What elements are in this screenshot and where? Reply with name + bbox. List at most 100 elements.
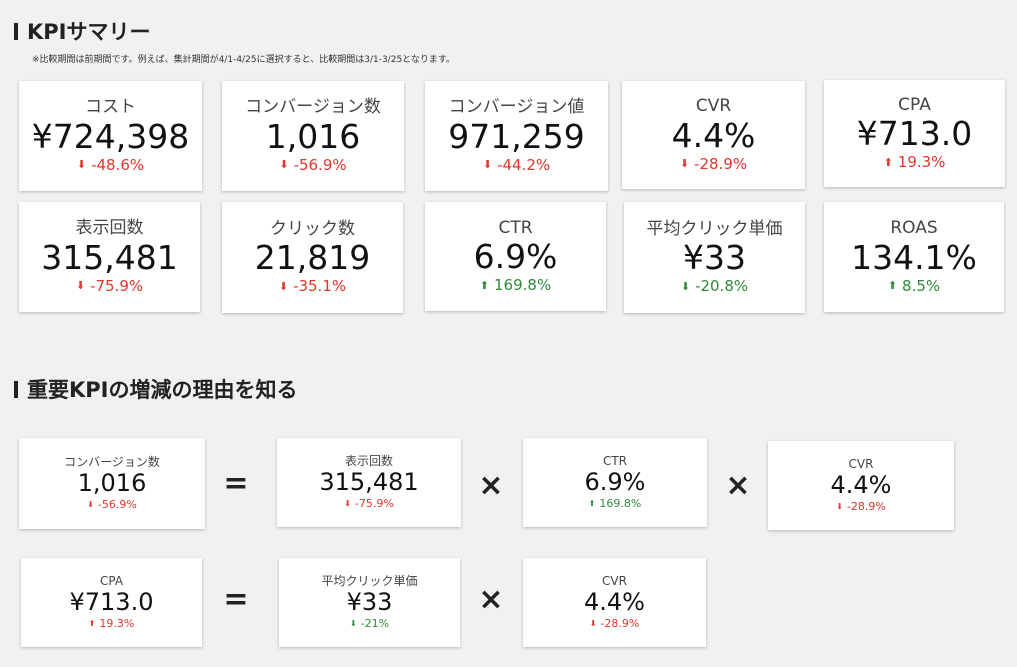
arrow-down-icon: ⬇: [349, 619, 357, 628]
kpi-card-cost: コスト ¥724,398 ⬇ -48.6%: [19, 81, 202, 191]
formula-change-value: -56.9%: [97, 498, 137, 512]
arrow-up-icon: ⬆: [88, 619, 96, 628]
kpi-summary-title: KPIサマリー: [27, 20, 151, 44]
kpi-change-value: -44.2%: [497, 155, 551, 174]
kpi-reason-title: 重要KPIの増減の理由を知る: [27, 378, 298, 402]
kpi-value: 971,259: [448, 116, 585, 156]
heading-bar: [14, 22, 18, 40]
formula-change: ⬇ -28.9%: [836, 500, 886, 513]
formula-change: ⬇ -28.9%: [590, 617, 640, 630]
kpi-value: ¥724,398: [31, 116, 190, 156]
kpi-change: ⬇ -20.8%: [681, 277, 748, 295]
kpi-value: 315,481: [41, 237, 178, 277]
kpi-change-value: -35.1%: [293, 277, 347, 296]
kpi-label: コンバージョン数: [245, 97, 381, 118]
formula-value: 4.4%: [584, 588, 645, 617]
kpi-change-value: 8.5%: [902, 276, 941, 295]
formula-label: コンバージョン数: [64, 454, 160, 469]
kpi-change: ⬇ -28.9%: [680, 155, 747, 173]
kpi-card-clicks: クリック数 21,819 ⬇ -35.1%: [222, 202, 403, 313]
formula-change: ⬇ -21%: [350, 617, 389, 630]
formula-value: ¥33: [346, 588, 393, 617]
formula1-ctr-card: CTR 6.9% ⬆ 169.8%: [523, 438, 707, 527]
formula-change-value: -28.9%: [846, 500, 886, 514]
kpi-card-conversion-value: コンバージョン値 971,259 ⬇ -44.2%: [425, 81, 608, 191]
formula-value: 1,016: [77, 469, 147, 498]
kpi-change-value: -48.6%: [91, 155, 145, 174]
kpi-label: 表示回数: [75, 218, 144, 239]
arrow-down-icon: ⬇: [279, 158, 289, 172]
kpi-change-value: -20.8%: [695, 277, 749, 296]
kpi-label: コスト: [85, 97, 136, 118]
kpi-value: 6.9%: [473, 237, 558, 277]
kpi-label: 平均クリック単価: [646, 218, 783, 239]
arrow-up-icon: ⬆: [887, 279, 898, 293]
formula2-cpa-card: CPA ¥713.0 ⬆ 19.3%: [21, 558, 202, 647]
kpi-change: ⬆ 19.3%: [884, 153, 946, 171]
kpi-value: 1,016: [265, 116, 361, 156]
arrow-up-icon: ⬆: [588, 499, 596, 508]
comparison-note: ※比較期間は前期間です。例えば、集計期間が4/1-4/25に選択すると、比較期間…: [32, 55, 455, 65]
kpi-change-value: -56.9%: [293, 155, 347, 174]
formula-change-value: -28.9%: [600, 617, 640, 631]
multiply-operator: ×: [478, 468, 504, 503]
kpi-card-cvr: CVR 4.4% ⬇ -28.9%: [622, 81, 805, 189]
arrow-down-icon: ⬇: [679, 157, 690, 171]
formula-change: ⬇ -75.9%: [344, 497, 394, 510]
arrow-down-icon: ⬇: [482, 158, 493, 172]
formula-change-value: -75.9%: [354, 497, 394, 511]
formula-value: 4.4%: [830, 471, 892, 500]
formula-label: CTR: [602, 453, 628, 468]
formula-change: ⬆ 169.8%: [589, 497, 642, 510]
kpi-card-impressions: 表示回数 315,481 ⬇ -75.9%: [19, 202, 200, 312]
kpi-change-value: 19.3%: [897, 153, 946, 172]
kpi-reason-heading: 重要KPIの増減の理由を知る: [14, 374, 297, 404]
formula-change: ⬆ 19.3%: [89, 617, 135, 630]
arrow-up-icon: ⬆: [883, 155, 893, 169]
arrow-up-icon: ⬆: [479, 278, 489, 292]
arrow-down-icon: ⬇: [680, 279, 691, 293]
multiply-operator: ×: [725, 468, 751, 503]
kpi-change-value: -28.9%: [694, 154, 748, 173]
arrow-down-icon: ⬇: [278, 279, 289, 293]
arrow-down-icon: ⬇: [75, 279, 86, 293]
kpi-value: 4.4%: [671, 115, 756, 155]
formula-label: 平均クリック単価: [321, 573, 418, 588]
kpi-card-roas: ROAS 134.1% ⬆ 8.5%: [824, 202, 1004, 312]
kpi-card-conversions: コンバージョン数 1,016 ⬇ -56.9%: [222, 81, 404, 191]
formula1-conversions-card: コンバージョン数 1,016 ⬇ -56.9%: [19, 438, 205, 529]
kpi-change: ⬆ 8.5%: [888, 277, 940, 295]
formula2-avg-cpc-card: 平均クリック単価 ¥33 ⬇ -21%: [279, 558, 460, 647]
kpi-change: ⬇ -35.1%: [279, 277, 346, 295]
kpi-label: CPA: [898, 94, 931, 115]
formula-label: CPA: [99, 573, 124, 588]
arrow-down-icon: ⬇: [589, 619, 597, 628]
kpi-value: ¥33: [683, 238, 746, 278]
kpi-label: CVR: [695, 96, 732, 117]
kpi-summary-heading: KPIサマリー: [14, 16, 150, 46]
formula1-cvr-card: CVR 4.4% ⬇ -28.9%: [768, 441, 954, 530]
equals-operator: =: [223, 466, 249, 501]
kpi-change-value: -75.9%: [90, 276, 144, 295]
kpi-card-ctr: CTR 6.9% ⬆ 169.8%: [425, 202, 606, 311]
formula-value: 6.9%: [584, 468, 646, 497]
kpi-label: ROAS: [890, 218, 938, 239]
kpi-change-value: 169.8%: [494, 276, 552, 295]
formula-change-value: 19.3%: [99, 617, 135, 631]
kpi-value: ¥713.0: [856, 114, 973, 154]
kpi-change: ⬇ -56.9%: [279, 156, 346, 174]
kpi-card-avg-cpc: 平均クリック単価 ¥33 ⬇ -20.8%: [624, 202, 805, 313]
formula-change: ⬇ -56.9%: [87, 498, 137, 511]
heading-bar: [14, 380, 18, 398]
kpi-change: ⬇ -48.6%: [77, 156, 144, 174]
formula-label: CVR: [602, 573, 627, 588]
formula-label: 表示回数: [344, 453, 393, 468]
kpi-label: コンバージョン値: [448, 97, 585, 118]
kpi-card-cpa: CPA ¥713.0 ⬆ 19.3%: [824, 80, 1005, 187]
kpi-change: ⬆ 169.8%: [480, 276, 551, 294]
kpi-change: ⬇ -44.2%: [483, 156, 550, 174]
formula-value: ¥713.0: [69, 588, 154, 617]
arrow-down-icon: ⬇: [76, 158, 87, 172]
kpi-label: クリック数: [270, 218, 355, 239]
kpi-value: 134.1%: [851, 237, 977, 277]
